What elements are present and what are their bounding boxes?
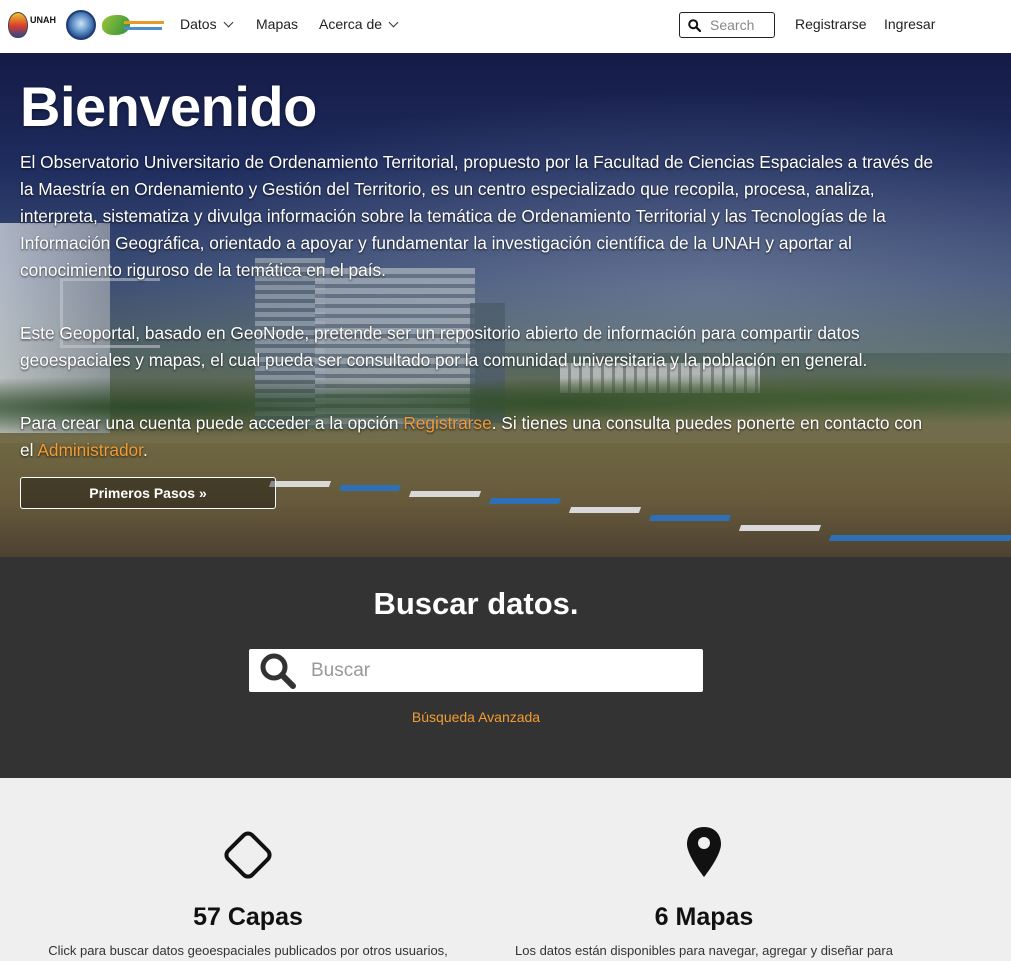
main-search-box[interactable] [249, 649, 703, 692]
main-search-input[interactable] [311, 659, 671, 682]
maps-feature[interactable]: 6 Mapas Los datos están disponibles para… [474, 778, 934, 958]
hero-paragraph-intro: El Observatorio Universitario de Ordenam… [20, 152, 934, 280]
unah-logo[interactable]: UNAH [8, 10, 60, 40]
navbar-search-box[interactable] [679, 12, 775, 38]
maps-count-title: 6 Mapas [654, 903, 754, 931]
login-link[interactable]: Ingresar [884, 16, 935, 32]
hero-banner: Bienvenido El Observatorio Universitario… [0, 53, 1011, 557]
maps-description: Los datos están disponibles para navegar… [515, 943, 893, 958]
nav-datos-dropdown[interactable]: Datos [180, 16, 234, 32]
getting-started-button[interactable]: Primeros Pasos » [20, 477, 276, 509]
search-section-title: Buscar datos. [373, 586, 579, 621]
map-marker-icon [687, 827, 721, 877]
top-navbar: UNAH Datos Mapas Acerca de Registrarse I… [0, 0, 1011, 53]
advanced-search-link[interactable]: Búsqueda Avanzada [0, 709, 952, 725]
layers-description: Click para buscar datos geoespaciales pu… [48, 943, 448, 958]
nav-datos-label: Datos [180, 16, 217, 32]
hero-paragraph-contact: Para crear una cuenta puede acceder a la… [20, 413, 923, 460]
faces-logo[interactable] [66, 10, 96, 40]
hero-text: Bienvenido El Observatorio Universitario… [20, 75, 940, 464]
nav-mapas-label: Mapas [256, 16, 299, 32]
register-inline-link[interactable]: Registrarse [403, 413, 491, 433]
layers-feature[interactable]: 57 Capas Click para buscar datos geoespa… [18, 778, 478, 958]
logo-group: UNAH [8, 9, 166, 41]
features-section: 57 Capas Click para buscar datos geoespa… [0, 778, 1011, 961]
hero-paragraph-geonode: Este Geoportal, basado en GeoNode, prete… [20, 323, 868, 370]
unah-crest-icon [8, 12, 28, 38]
observatorio-logo[interactable] [102, 13, 166, 37]
navbar-search-input[interactable] [710, 17, 770, 33]
search-icon [688, 18, 701, 32]
nav-mapas-link[interactable]: Mapas [256, 16, 298, 32]
chevron-down-icon [223, 17, 234, 28]
layers-count-title: 57 Capas [193, 903, 303, 931]
nav-acerca-label: Acerca de [319, 16, 383, 32]
data-search-section: Buscar datos. Búsqueda Avanzada [0, 557, 1011, 778]
unah-logo-text: UNAH [30, 15, 56, 25]
diamond-icon [224, 831, 272, 879]
admin-contact-link[interactable]: Administrador [37, 440, 143, 460]
hero-title: Bienvenido [20, 75, 317, 138]
nav-acerca-dropdown[interactable]: Acerca de [319, 16, 399, 32]
register-link[interactable]: Registrarse [795, 16, 867, 32]
chevron-down-icon [388, 17, 399, 28]
search-icon [260, 653, 296, 689]
